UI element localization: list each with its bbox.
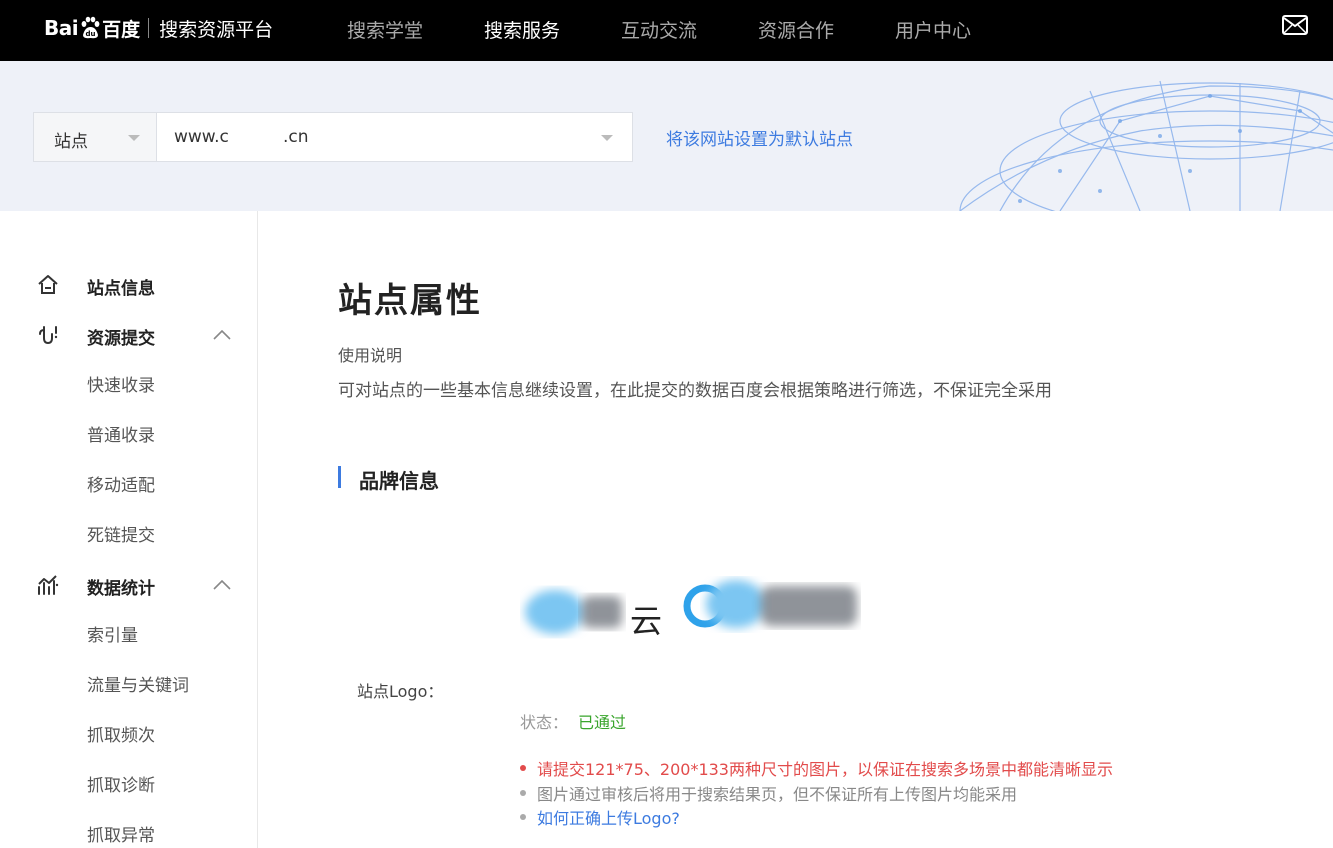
chevron-up-icon[interactable] xyxy=(213,330,231,340)
how-to-upload-logo-link[interactable]: 如何正确上传Logo? xyxy=(537,805,680,829)
page-title: 站点属性 xyxy=(338,281,482,321)
bullet-dot xyxy=(520,790,526,796)
platform-name: 搜索资源平台 xyxy=(159,18,274,41)
sidebar-item-fast-index[interactable]: 快速收录 xyxy=(87,371,155,396)
status-label: 状态： xyxy=(520,713,569,732)
usage-description: 可对站点的一些基本信息继续设置，在此提交的数据百度会根据策略进行筛选，不保证完全… xyxy=(338,381,1052,401)
sidebar-item-crawl-errors[interactable]: 抓取异常 xyxy=(87,821,155,846)
logo-preview-small[interactable]: 云 xyxy=(520,578,665,642)
logo-text-glyph: 云 xyxy=(630,602,662,640)
sidebar-group-resource-submit[interactable]: 资源提交 xyxy=(0,321,258,351)
sidebar: 站点信息 资源提交 快速收录 普通收录 移动适配 死链提交 数据统计 索引量 流… xyxy=(0,211,258,848)
note-size-requirement: 请提交121*75、200*133两种尺寸的图片，以保证在搜索多场景中都能清晰显… xyxy=(520,756,1113,780)
baidu-logo[interactable]: Bai du 百度 搜索资源平台 xyxy=(44,13,273,43)
nav-item-interact[interactable]: 互动交流 xyxy=(621,16,697,43)
sidebar-item-site-info[interactable]: 站点信息 xyxy=(0,271,258,301)
note-text: 图片通过审核后将用于搜索结果页，但不保证所有上传图片均能采用 xyxy=(537,785,1018,804)
site-url-select[interactable]: www.c .cn xyxy=(156,112,633,162)
sidebar-group-label: 资源提交 xyxy=(87,329,155,349)
chevron-down-icon xyxy=(601,135,613,141)
sidebar-group-data-stats[interactable]: 数据统计 xyxy=(0,571,258,601)
mail-icon[interactable] xyxy=(1282,15,1308,35)
svg-text:du: du xyxy=(86,30,96,38)
chevron-down-icon xyxy=(128,135,140,141)
set-default-site-link[interactable]: 将该网站设置为默认站点 xyxy=(666,125,853,150)
section-title-brand-info: 品牌信息 xyxy=(359,469,439,493)
nav-item-cooperation[interactable]: 资源合作 xyxy=(758,16,834,43)
bullet-dot xyxy=(520,814,526,820)
logo-separator xyxy=(148,18,150,38)
site-type-select[interactable]: 站点 xyxy=(33,112,156,162)
stats-chart-icon xyxy=(38,575,59,595)
top-nav: Bai du 百度 搜索资源平台 搜索学堂 搜索服务 互动交流 资源合作 用户中… xyxy=(0,0,1333,61)
status-badge: 已通过 xyxy=(578,713,627,732)
sidebar-group-label: 数据统计 xyxy=(87,579,155,599)
submit-hook-icon xyxy=(39,326,58,345)
logo-text-bai: Bai xyxy=(44,16,79,40)
note-text: 请提交121*75、200*133两种尺寸的图片，以保证在搜索多场景中都能清晰显… xyxy=(537,760,1113,779)
logo-text-baidu: 百度 xyxy=(102,18,141,41)
sidebar-item-normal-index[interactable]: 普通收录 xyxy=(87,421,155,446)
logo-preview-large[interactable] xyxy=(681,576,861,636)
sidebar-item-mobile-adapt[interactable]: 移动适配 xyxy=(87,471,155,496)
site-url-value: www.c .cn xyxy=(174,127,309,147)
paw-icon: du xyxy=(79,16,101,40)
globe-decoration xyxy=(959,80,1333,211)
site-logo-label: 站点Logo： xyxy=(357,682,444,701)
note-usage-disclaimer: 图片通过审核后将用于搜索结果页，但不保证所有上传图片均能采用 xyxy=(520,781,1017,805)
sidebar-item-crawl-frequency[interactable]: 抓取频次 xyxy=(87,721,155,746)
note-help-link: 如何正确上传Logo? xyxy=(520,805,680,829)
chevron-up-icon[interactable] xyxy=(213,580,231,590)
site-type-label: 站点 xyxy=(54,132,88,152)
bullet-dot xyxy=(520,765,526,771)
sidebar-item-traffic-keywords[interactable]: 流量与关键词 xyxy=(87,671,189,696)
section-accent-bar xyxy=(338,466,341,488)
home-icon xyxy=(38,275,58,294)
nav-item-search-service[interactable]: 搜索服务 xyxy=(484,16,560,43)
sidebar-item-dead-link[interactable]: 死链提交 xyxy=(87,521,155,546)
site-banner: 站点 www.c .cn 将该网站设置为默认站点 xyxy=(0,61,1333,211)
nav-item-learn[interactable]: 搜索学堂 xyxy=(347,16,423,43)
usage-label: 使用说明 xyxy=(338,346,403,365)
nav-item-user-center[interactable]: 用户中心 xyxy=(895,16,971,43)
sidebar-item-label: 站点信息 xyxy=(87,279,155,299)
sidebar-item-crawl-diagnosis[interactable]: 抓取诊断 xyxy=(87,771,155,796)
sidebar-item-index-volume[interactable]: 索引量 xyxy=(87,621,138,646)
